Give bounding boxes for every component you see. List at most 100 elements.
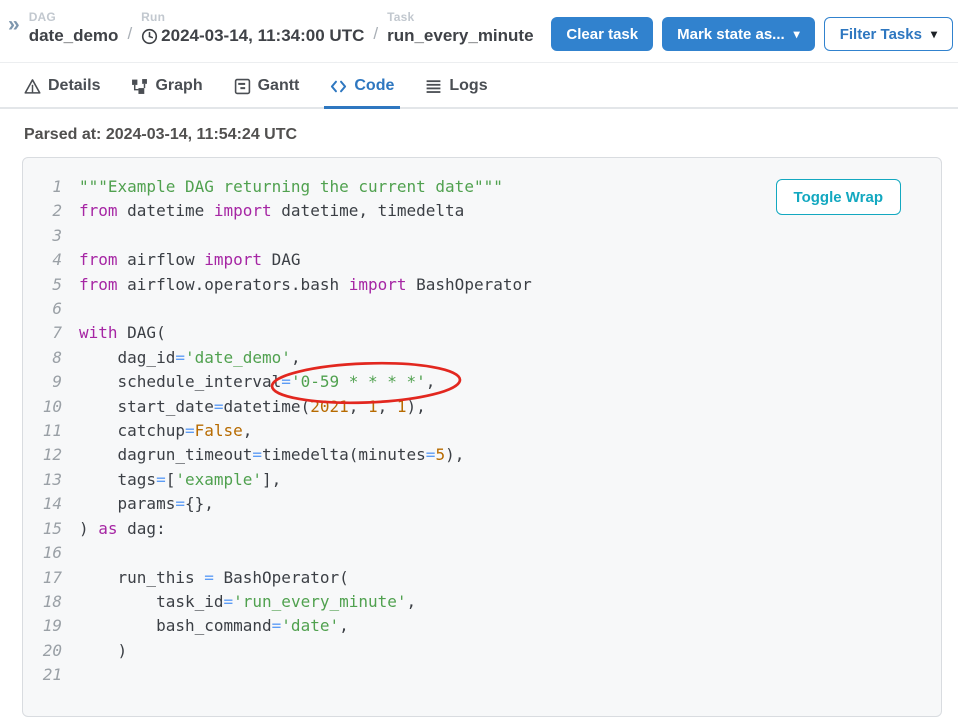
code-text: ) as dag: [79,517,166,541]
dag-label: DAG [29,10,119,24]
dag-name[interactable]: date_demo [29,26,119,46]
line-number: 4 [23,248,62,272]
tab-gantt-label: Gantt [258,77,300,95]
code-line: 13 tags=['example'], [23,468,941,492]
code-text: task_id='run_every_minute', [79,590,416,614]
line-number: 18 [23,590,62,614]
code-text: schedule_interval='0-59 * * * *', [79,370,435,394]
breadcrumb-separator: / [373,24,378,46]
code-lines: 1 """Example DAG returning the current da… [23,175,941,688]
tab-graph[interactable]: Graph [125,77,208,109]
double-chevron-icon[interactable]: » [8,14,20,35]
filter-tasks-label: Filter Tasks [840,26,922,43]
code-text: from datetime import datetime, timedelta [79,199,464,223]
code-line: 9 schedule_interval='0-59 * * * *', [23,370,941,394]
line-number: 20 [23,639,62,663]
line-number: 12 [23,443,62,467]
line-number: 15 [23,517,62,541]
breadcrumb-dag: DAG date_demo [29,10,119,46]
code-text: params={}, [79,492,214,516]
breadcrumb-task: Task run_every_minute [387,10,533,46]
run-value[interactable]: 2024-03-14, 11:34:00 UTC [141,26,364,46]
line-number: 1 [23,175,62,199]
code-text: bash_command='date', [79,614,349,638]
code-text: start_date=datetime(2021, 1, 1), [79,395,426,419]
header-actions: Clear task Mark state as... ▾ Filter Tas… [551,10,953,51]
line-number: 9 [23,370,62,394]
tab-gantt[interactable]: Gantt [228,77,306,109]
caret-down-icon: ▾ [931,28,937,40]
line-number: 10 [23,395,62,419]
mark-state-button[interactable]: Mark state as... ▾ [662,17,815,51]
line-number: 8 [23,346,62,370]
code-line: 8 dag_id='date_demo', [23,346,941,370]
caret-down-icon: ▾ [794,28,800,40]
code-text: from airflow.operators.bash import BashO… [79,273,532,297]
tab-details-label: Details [48,77,100,95]
code-line: 21 [23,663,941,687]
filter-tasks-button[interactable]: Filter Tasks ▾ [824,17,953,51]
details-icon [24,78,41,95]
code-line: 15 ) as dag: [23,517,941,541]
line-number: 2 [23,199,62,223]
logs-icon [425,78,442,95]
breadcrumb-run: Run 2024-03-14, 11:34:00 UTC [141,10,364,46]
code-text: ) [79,639,127,663]
line-number: 19 [23,614,62,638]
line-number: 11 [23,419,62,443]
task-label: Task [387,10,533,24]
line-number: 14 [23,492,62,516]
tab-graph-label: Graph [155,77,202,95]
code-text: catchup=False, [79,419,252,443]
code-line: 4 from airflow import DAG [23,248,941,272]
clock-icon [141,28,158,45]
code-line: 19 bash_command='date', [23,614,941,638]
code-text: from airflow import DAG [79,248,301,272]
code-text: """Example DAG returning the current dat… [79,175,503,199]
tab-code[interactable]: Code [324,77,400,109]
line-number: 16 [23,541,62,565]
toggle-wrap-button[interactable]: Toggle Wrap [776,179,901,215]
code-line: 10 start_date=datetime(2021, 1, 1), [23,395,941,419]
task-name[interactable]: run_every_minute [387,26,533,46]
clear-task-label: Clear task [566,26,638,43]
graph-icon [131,78,148,95]
breadcrumb-separator: / [127,24,132,46]
code-line: 12 dagrun_timeout=timedelta(minutes=5), [23,443,941,467]
code-panel: 1 """Example DAG returning the current da… [22,157,942,717]
code-text: with DAG( [79,321,166,345]
code-line: 20 ) [23,639,941,663]
code-text: dagrun_timeout=timedelta(minutes=5), [79,443,464,467]
code-line: 18 task_id='run_every_minute', [23,590,941,614]
code-text: run_this = BashOperator( [79,566,349,590]
line-number: 13 [23,468,62,492]
code-text: tags=['example'], [79,468,281,492]
tab-logs[interactable]: Logs [419,77,493,109]
code-line: 6 [23,297,941,321]
gantt-icon [234,78,251,95]
code-line: 16 [23,541,941,565]
mark-state-label: Mark state as... [677,26,785,43]
parsed-at-text: Parsed at: 2024-03-14, 11:54:24 UTC [24,126,958,144]
code-line: 11 catchup=False, [23,419,941,443]
code-line: 17 run_this = BashOperator( [23,566,941,590]
code-text: dag_id='date_demo', [79,346,301,370]
code-icon [330,78,347,95]
breadcrumb: » DAG date_demo / Run 2024-03-14, 11:34:… [8,10,534,46]
code-line: 5 from airflow.operators.bash import Bash… [23,273,941,297]
clear-task-button[interactable]: Clear task [551,17,653,51]
tab-logs-label: Logs [449,77,487,95]
run-label: Run [141,10,364,24]
tab-code-label: Code [354,77,394,95]
code-line: 14 params={}, [23,492,941,516]
line-number: 5 [23,273,62,297]
line-number: 3 [23,224,62,248]
tab-details[interactable]: Details [18,77,106,109]
tab-bar: Details Graph Gantt Code [0,77,958,109]
header: » DAG date_demo / Run 2024-03-14, 11:34:… [0,0,958,63]
line-number: 7 [23,321,62,345]
code-line: 7 with DAG( [23,321,941,345]
run-timestamp: 2024-03-14, 11:34:00 UTC [161,26,364,46]
line-number: 21 [23,663,62,687]
line-number: 6 [23,297,62,321]
